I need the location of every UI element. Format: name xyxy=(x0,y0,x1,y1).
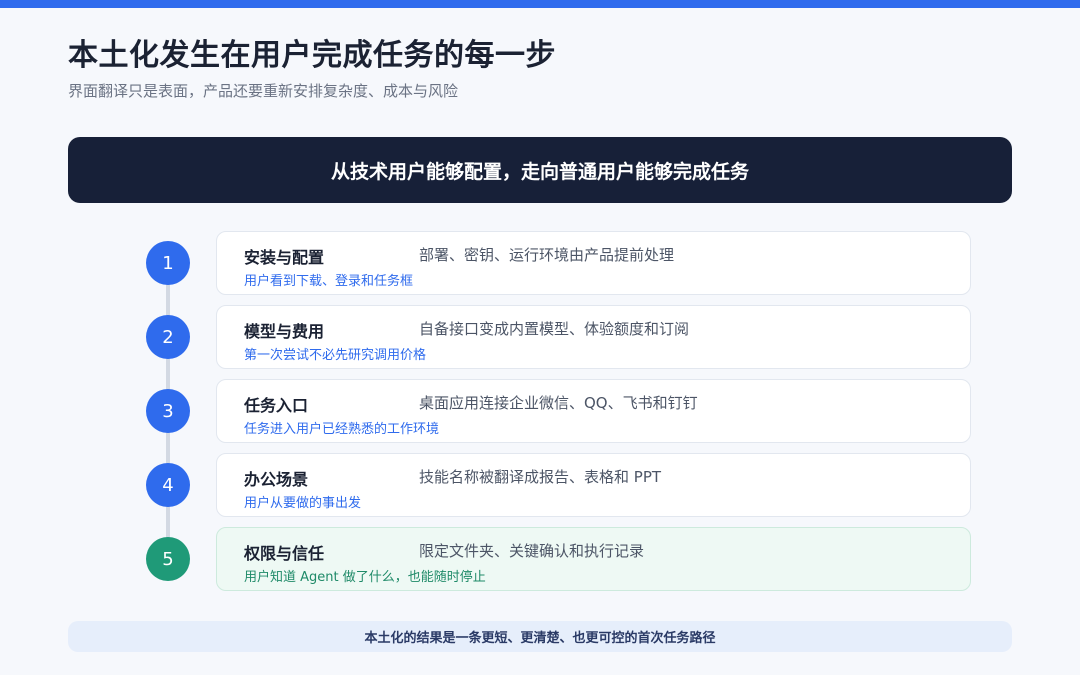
step-number-badge: 2 xyxy=(146,315,190,359)
step-description: 桌面应用连接企业微信、QQ、飞书和钉钉 xyxy=(419,394,698,412)
step-number-badge: 4 xyxy=(146,463,190,507)
step-title: 办公场景 xyxy=(244,470,309,489)
step-subtext: 任务进入用户已经熟悉的工作环境 xyxy=(244,422,440,437)
step-subtext: 用户看到下载、登录和任务框 xyxy=(244,274,414,289)
page-subtitle: 界面翻译只是表面，产品还要重新安排复杂度、成本与风险 xyxy=(68,82,459,100)
step-card: 任务入口 桌面应用连接企业微信、QQ、飞书和钉钉 任务进入用户已经熟悉的工作环境 xyxy=(216,379,971,443)
step-card-highlighted: 权限与信任 限定文件夹、关键确认和执行记录 用户知道 Agent 做了什么，也能… xyxy=(216,527,971,591)
step-subtext: 用户知道 Agent 做了什么，也能随时停止 xyxy=(244,570,486,585)
step-title: 安装与配置 xyxy=(244,248,325,267)
step-subtext: 用户从要做的事出发 xyxy=(244,496,362,511)
step-description: 技能名称被翻译成报告、表格和 PPT xyxy=(419,468,662,486)
step-title: 权限与信任 xyxy=(244,544,325,563)
footer-summary: 本土化的结果是一条更短、更清楚、也更可控的首次任务路径 xyxy=(68,621,1012,652)
step-title: 任务入口 xyxy=(244,396,309,415)
step-card: 办公场景 技能名称被翻译成报告、表格和 PPT 用户从要做的事出发 xyxy=(216,453,971,517)
banner: 从技术用户能够配置，走向普通用户能够完成任务 xyxy=(68,137,1012,203)
step-description: 限定文件夹、关键确认和执行记录 xyxy=(419,542,645,560)
step-number-badge: 1 xyxy=(146,241,190,285)
step-card: 模型与费用 自备接口变成内置模型、体验额度和订阅 第一次尝试不必先研究调用价格 xyxy=(216,305,971,369)
step-number-badge: 3 xyxy=(146,389,190,433)
top-accent-bar xyxy=(0,0,1080,8)
step-card: 安装与配置 部署、密钥、运行环境由产品提前处理 用户看到下载、登录和任务框 xyxy=(216,231,971,295)
step-title: 模型与费用 xyxy=(244,322,325,341)
step-number-badge: 5 xyxy=(146,537,190,581)
page-title: 本土化发生在用户完成任务的每一步 xyxy=(68,38,556,73)
step-description: 自备接口变成内置模型、体验额度和订阅 xyxy=(419,320,690,338)
step-subtext: 第一次尝试不必先研究调用价格 xyxy=(244,348,427,363)
step-description: 部署、密钥、运行环境由产品提前处理 xyxy=(419,246,675,264)
